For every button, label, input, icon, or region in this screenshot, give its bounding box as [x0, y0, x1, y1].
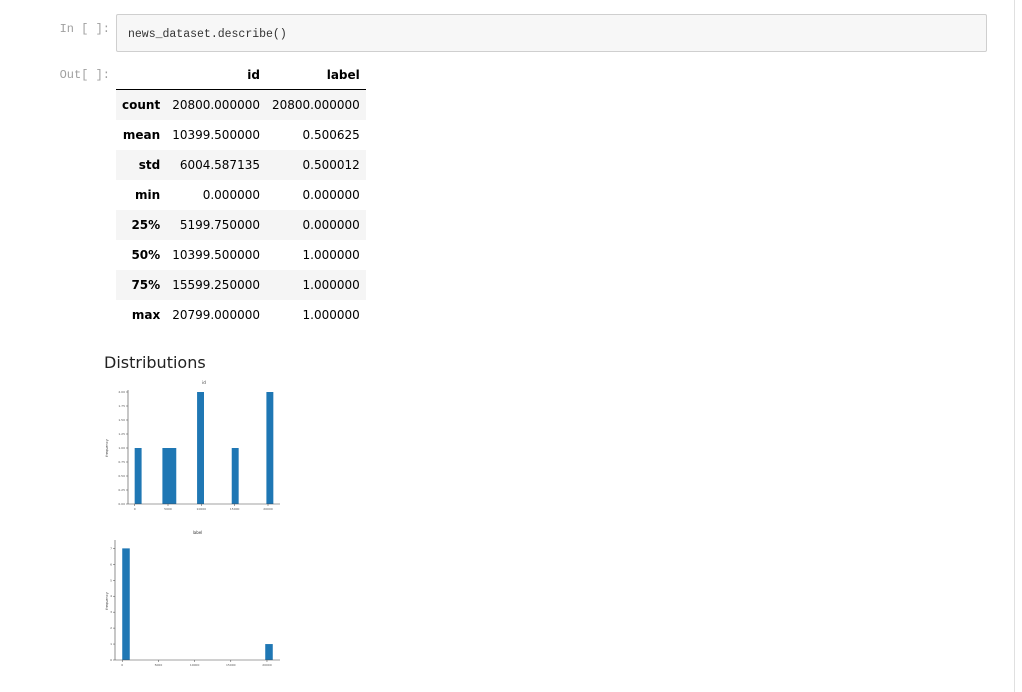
x-tick-label: 10000: [190, 663, 200, 667]
row-index: count: [122, 98, 161, 112]
y-tick-label: 5: [110, 578, 112, 582]
histogram-id: id frequency 0.00 0.25 0.50 0.75 1.00 1.25 1.50 1…: [105, 380, 280, 511]
cell-id: 10399.500000: [172, 248, 260, 262]
x-tick-label: 20000: [263, 507, 273, 511]
row-index: 25%: [131, 218, 161, 232]
y-axis-label: frequency: [105, 439, 109, 457]
y-tick-label: 1.75: [118, 404, 125, 408]
row-index: std: [138, 158, 161, 172]
y-tick-label: 1.00: [118, 446, 125, 450]
code-cell[interactable]: news_dataset.describe(): [116, 14, 987, 52]
cell-label: 0.500012: [302, 158, 360, 172]
cell-id: 0.000000: [202, 188, 260, 202]
table-row: max 20799.000000 1.000000: [116, 300, 366, 330]
row-index: 75%: [131, 278, 161, 292]
notebook-right-border: [1014, 0, 1015, 692]
histogram-bar: [265, 644, 273, 660]
y-tick-label: 3: [110, 610, 112, 614]
table-body: count 20800.000000 20800.000000 mean 10399.5…: [116, 89, 366, 331]
histogram-bar: [122, 548, 130, 660]
y-tick-label: 1: [110, 642, 112, 646]
y-tick-label: 6: [110, 562, 112, 566]
cell-id: 20799.000000: [172, 308, 260, 322]
table-row: 25% 5199.750000 0.000000: [116, 210, 366, 240]
row-index: min: [135, 188, 161, 202]
chart-title: label: [193, 530, 203, 535]
y-axis-label: frequency: [105, 592, 109, 610]
x-tick-label: 0: [121, 663, 123, 667]
y-tick-label: 1.50: [118, 418, 125, 422]
y-tick-label: 1.25: [118, 432, 125, 436]
x-tick-label: 10000: [197, 507, 207, 511]
row-index: max: [131, 308, 161, 322]
histogram-bar: [162, 448, 177, 504]
table-row: min 0.000000 0.000000: [116, 180, 366, 210]
column-header-label: label: [265, 60, 366, 90]
table-row: std 6004.587135 0.500012: [116, 150, 366, 180]
cell-label: 0.500625: [302, 128, 360, 142]
code-text[interactable]: news_dataset.describe(): [128, 28, 287, 41]
cell-label: 0.000000: [302, 218, 360, 232]
x-tick-label: 15000: [230, 507, 240, 511]
cell-id: 10399.500000: [172, 128, 260, 142]
histogram-bar: [231, 448, 239, 504]
y-tick-label: 0: [110, 658, 112, 662]
y-tick-label: 7: [110, 546, 112, 550]
y-tick-label: 2.00: [118, 390, 125, 394]
index-header: [116, 60, 167, 90]
row-index: 50%: [131, 248, 161, 262]
x-tick-label: 20000: [262, 663, 272, 667]
cell-label: 1.000000: [302, 278, 360, 292]
x-tick-label: 5000: [155, 663, 163, 667]
x-tick-label: 0: [134, 507, 136, 511]
cell-id: 15599.250000: [172, 278, 260, 292]
y-tick-label: 0.50: [118, 474, 125, 478]
y-tick-label: 4: [110, 594, 112, 598]
cell-label: 1.000000: [302, 308, 360, 322]
output-prompt: Out[ ]:: [59, 68, 110, 82]
cell-id: 20800.000000: [172, 98, 260, 112]
cell-label: 0.000000: [302, 188, 360, 202]
histogram-bar: [197, 392, 204, 504]
table-row: count 20800.000000 20800.000000: [116, 89, 366, 120]
histogram-label: label frequency 0 1 2 3 4 5 6 7 0 5000 10000 15000 200…: [105, 530, 280, 667]
table-header-row: id label: [116, 60, 366, 90]
x-tick-label: 15000: [226, 663, 236, 667]
cell-label: 20800.000000: [271, 98, 360, 112]
y-tick-label: 0.00: [118, 502, 125, 506]
input-prompt: In [ ]:: [59, 22, 110, 36]
histogram-bar: [134, 448, 142, 504]
row-index: mean: [122, 128, 161, 142]
distributions-heading: Distributions: [104, 353, 206, 372]
x-tick-label: 5000: [164, 507, 172, 511]
cell-id: 6004.587135: [179, 158, 260, 172]
y-tick-label: 0.75: [118, 460, 125, 464]
column-header-id: id: [166, 60, 266, 90]
y-tick-label: 2: [110, 626, 112, 630]
histogram-bar: [266, 392, 274, 504]
table-row: 50% 10399.500000 1.000000: [116, 240, 366, 270]
table-row: mean 10399.500000 0.500625: [116, 120, 366, 150]
cell-label: 1.000000: [302, 248, 360, 262]
chart-title: id: [202, 380, 206, 385]
y-tick-label: 0.25: [118, 488, 125, 492]
cell-id: 5199.750000: [179, 218, 260, 232]
table-row: 75% 15599.250000 1.000000: [116, 270, 366, 300]
describe-table: id label count 20800.000000 20800.000000 me…: [116, 60, 366, 330]
